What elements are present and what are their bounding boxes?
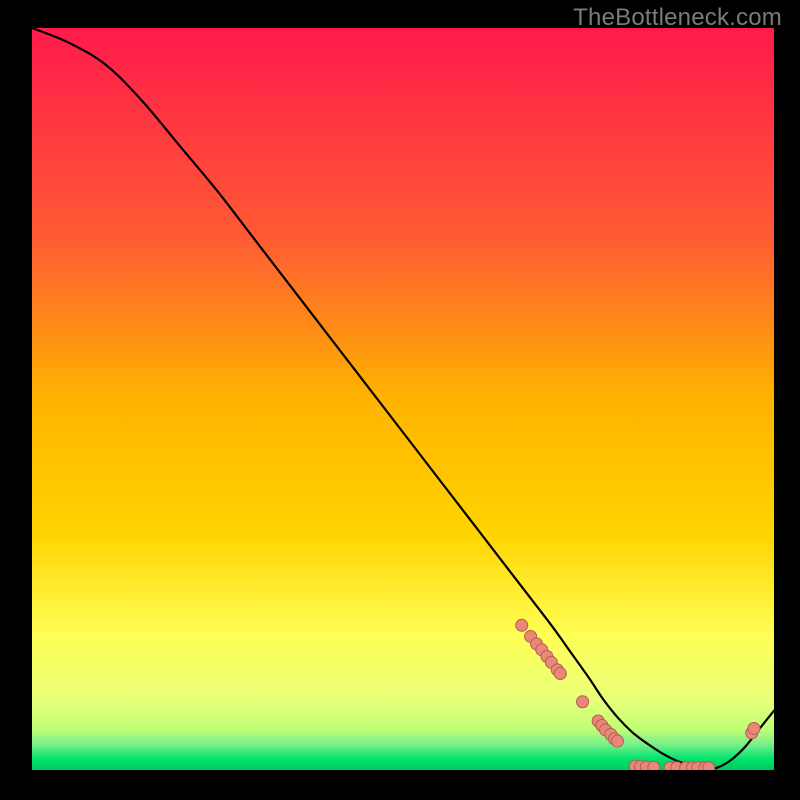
data-dot bbox=[611, 735, 623, 747]
data-dot bbox=[554, 668, 566, 680]
data-dot bbox=[648, 761, 660, 770]
data-dot bbox=[748, 722, 760, 734]
chart-frame: TheBottleneck.com bbox=[0, 0, 800, 800]
data-dot bbox=[516, 619, 528, 631]
chart-svg bbox=[32, 28, 774, 770]
plot-area bbox=[32, 28, 774, 770]
data-dot bbox=[577, 696, 589, 708]
data-dot bbox=[703, 762, 715, 770]
